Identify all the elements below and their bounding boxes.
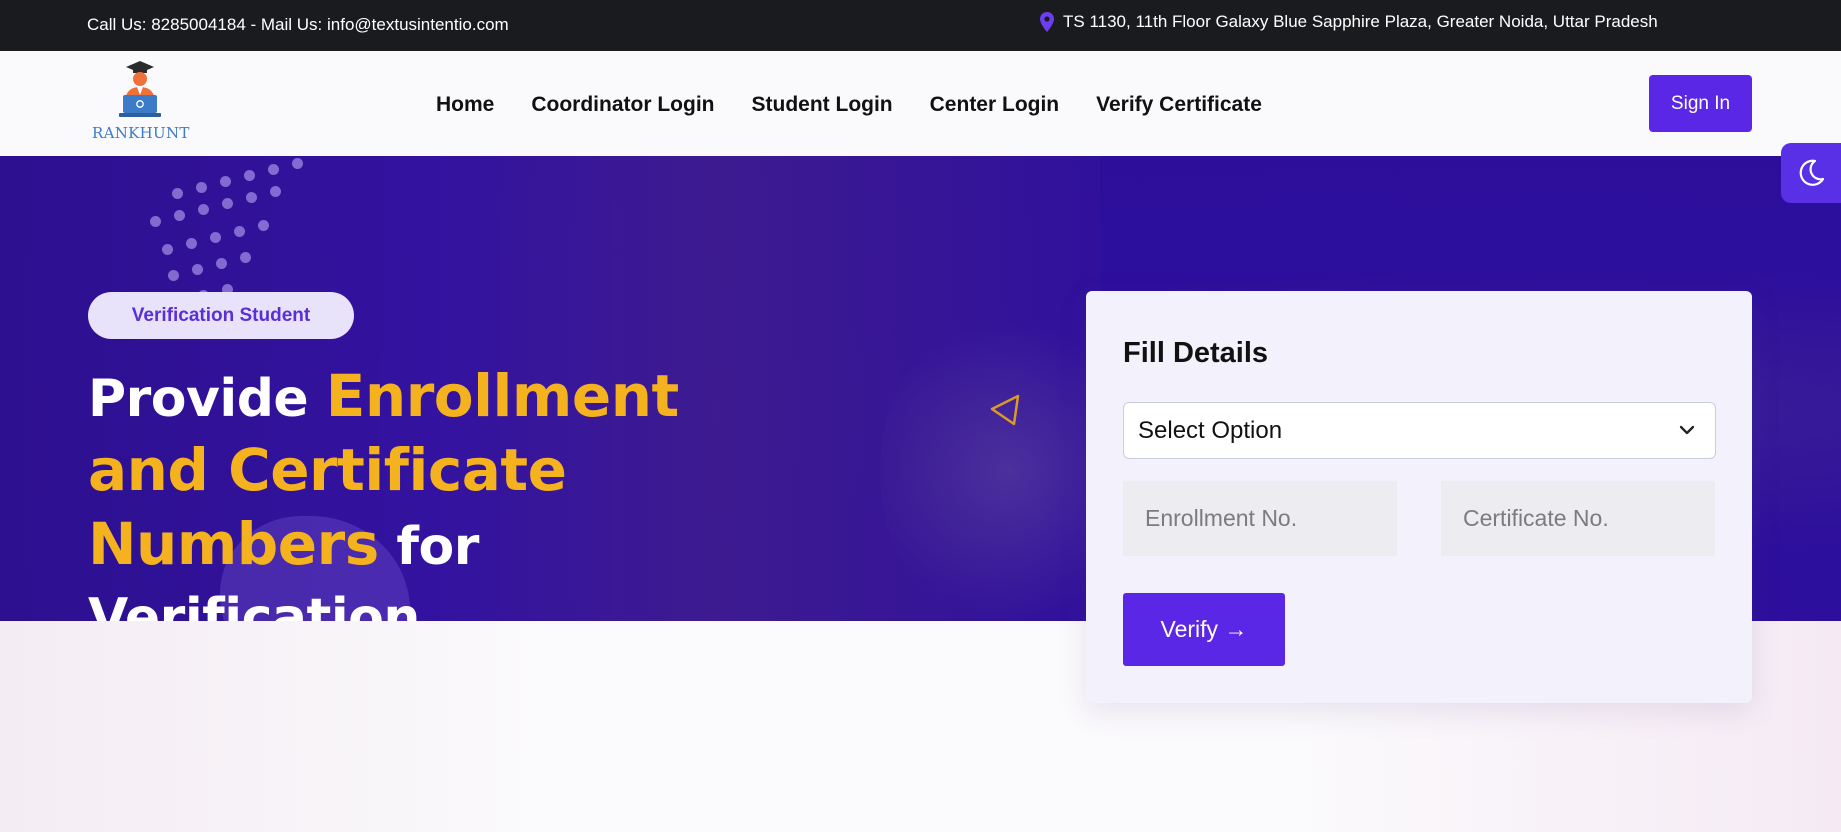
verification-badge: Verification Student bbox=[88, 292, 354, 339]
fill-details-card: Fill Details Select Option Verify → bbox=[1086, 291, 1752, 703]
nav-verify-certificate[interactable]: Verify Certificate bbox=[1096, 93, 1262, 117]
address-info: TS 1130, 11th Floor Galaxy Blue Sapphire… bbox=[1040, 12, 1658, 32]
nav-student-login[interactable]: Student Login bbox=[752, 93, 893, 117]
nav-center-login[interactable]: Center Login bbox=[930, 93, 1060, 117]
verify-button[interactable]: Verify → bbox=[1123, 593, 1285, 666]
contact-info: Call Us: 8285004184 - Mail Us: info@text… bbox=[87, 15, 509, 34]
triangle-decoration-icon bbox=[990, 394, 1020, 426]
certificate-number-input[interactable] bbox=[1441, 481, 1715, 556]
graduate-laptop-icon bbox=[119, 61, 161, 117]
form-title: Fill Details bbox=[1123, 337, 1269, 369]
logo[interactable]: RANKHUNT bbox=[92, 59, 190, 145]
top-bar: Call Us: 8285004184 - Mail Us: info@text… bbox=[0, 0, 1841, 51]
moon-icon bbox=[1799, 159, 1825, 186]
address-text: TS 1130, 11th Floor Galaxy Blue Sapphire… bbox=[1063, 12, 1658, 31]
main-header: RANKHUNT Home Coordinator Login Student … bbox=[0, 51, 1841, 156]
headline-part-1: Provide bbox=[88, 369, 326, 429]
enrollment-number-input[interactable] bbox=[1123, 481, 1397, 556]
option-select[interactable]: Select Option bbox=[1123, 402, 1716, 459]
chevron-down-icon bbox=[1679, 425, 1695, 435]
nav-home[interactable]: Home bbox=[436, 93, 494, 117]
theme-toggle-button[interactable] bbox=[1781, 143, 1841, 203]
select-value: Select Option bbox=[1138, 416, 1283, 444]
logo-text: RANKHUNT bbox=[92, 124, 190, 142]
hero-headline: Provide Enrollment and Certificate Numbe… bbox=[88, 361, 808, 621]
nav-coordinator-login[interactable]: Coordinator Login bbox=[531, 93, 714, 117]
main-nav: Home Coordinator Login Student Login Cen… bbox=[436, 93, 1262, 117]
map-pin-icon bbox=[1040, 12, 1054, 32]
sign-in-button[interactable]: Sign In bbox=[1649, 75, 1752, 132]
